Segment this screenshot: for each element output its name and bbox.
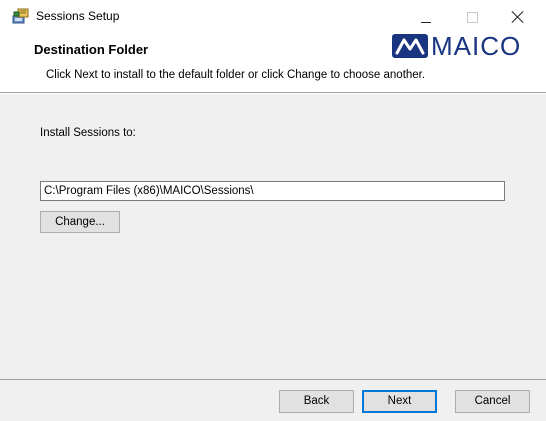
page-subtitle: Click Next to install to the default fol… — [46, 69, 426, 81]
installer-icon — [12, 7, 30, 25]
wizard-body: Install Sessions to: C:\Program Files (x… — [0, 94, 546, 379]
change-button[interactable]: Change... — [40, 211, 120, 233]
logo-text: MAICO — [431, 31, 522, 61]
close-icon — [512, 11, 524, 23]
wizard-footer: Back Next Cancel — [0, 380, 546, 421]
maico-logo-mark-icon — [392, 34, 428, 58]
install-location-label: Install Sessions to: — [40, 127, 136, 139]
page-title: Destination Folder — [34, 42, 149, 57]
maximize-icon — [466, 11, 478, 23]
minimize-icon — [421, 21, 431, 23]
close-button[interactable] — [495, 4, 541, 30]
install-path-field[interactable]: C:\Program Files (x86)\MAICO\Sessions\ — [40, 181, 505, 201]
maico-logo: MAICO — [392, 32, 542, 60]
title-bar[interactable]: Sessions Setup — [0, 0, 546, 30]
maximize-button[interactable] — [449, 4, 495, 30]
window-title: Sessions Setup — [36, 9, 120, 23]
next-button[interactable]: Next — [362, 390, 437, 413]
wizard-header: Destination Folder Click Next to install… — [0, 30, 546, 92]
setup-window: Sessions Setup Destination Folder Click … — [0, 0, 546, 421]
cancel-button[interactable]: Cancel — [455, 390, 530, 413]
back-button[interactable]: Back — [279, 390, 354, 413]
minimize-button[interactable] — [403, 4, 449, 30]
